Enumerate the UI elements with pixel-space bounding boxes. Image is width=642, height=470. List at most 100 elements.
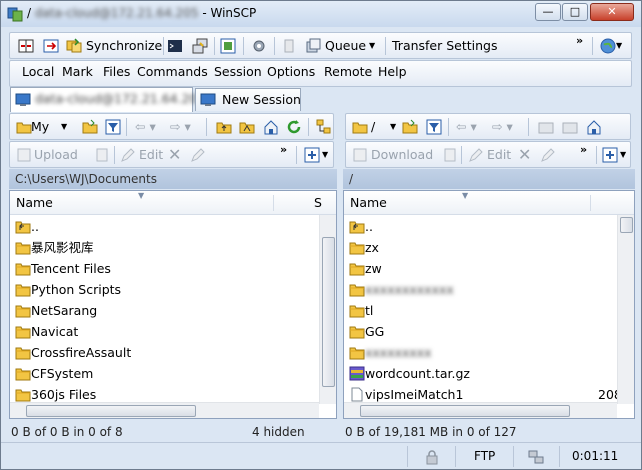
tree-icon[interactable] [316,119,332,135]
right-file-row[interactable]: xxxxxxxxx [344,342,634,363]
left-file-row[interactable]: 暴风影视库 [10,237,310,258]
console-icon[interactable] [167,38,183,54]
close-button[interactable]: ✕ [590,3,634,21]
left-file-row[interactable]: Tencent Files [10,258,310,279]
right-path-dropdown-icon[interactable]: ▼ [390,117,396,137]
folder-icon [15,387,31,402]
right-file-row[interactable]: zx [344,237,634,258]
remote-new-item-dropdown-icon[interactable]: ▼ [620,145,626,165]
transfer-settings-button[interactable]: Transfer Settings [392,36,498,56]
left-actions-toolbar: Upload Edit ✕ » ▼ [9,141,334,168]
protocol-label: FTP [474,449,496,463]
menu-files[interactable]: Files [103,64,130,79]
globe-icon[interactable] [600,38,616,54]
menu-options[interactable]: Options [267,64,315,79]
tab-new-session-label: New Session [222,92,301,107]
left-file-row[interactable]: NetSarang [10,300,310,321]
right-file-row[interactable]: .. [344,216,634,237]
left-edit-button[interactable]: Edit [139,145,163,165]
putty-icon[interactable] [192,38,208,54]
maximize-button[interactable]: □ [562,3,588,21]
remote-new-item-plus-icon[interactable] [602,147,618,163]
queue-dropdown-arrow-icon[interactable]: ▼ [369,36,375,56]
left-file-row[interactable]: CrossfireAssault [10,342,310,363]
menu-remote[interactable]: Remote [324,64,372,79]
right-file-row[interactable]: xxxxxxxxxxxx [344,279,634,300]
minimize-button[interactable]: — [535,3,561,21]
menu-mark[interactable]: Mark [62,64,93,79]
back-arrow-icon[interactable]: ⇦ ▾ [135,117,156,137]
open-session-icon[interactable] [220,38,236,54]
left-file-row[interactable]: .. [10,216,310,237]
remote-forward-arrow-icon[interactable]: ⇨ ▾ [492,117,513,137]
new-item-dropdown-icon[interactable]: ▼ [322,145,328,165]
right-file-row[interactable]: zw [344,258,634,279]
right-col-name[interactable]: Name [350,191,387,215]
left-col-size[interactable]: S [314,191,322,215]
right-file-name: wordcount.tar.gz [365,366,470,381]
root-directory-icon[interactable] [239,119,255,135]
right-actions-toolbar: Download Edit ✕ » ▼ [345,141,631,168]
left-drive-dropdown-icon[interactable]: ▼ [61,117,67,137]
right-vertical-scrollbar[interactable] [617,215,634,404]
remote-open-folder-icon[interactable] [402,119,418,135]
left-file-row[interactable]: Python Scripts [10,279,310,300]
right-actions-overflow-chevron[interactable]: » [580,143,587,156]
lock-cell [407,446,455,467]
right-path-select[interactable]: / [371,117,375,137]
menu-session[interactable]: Session [214,64,262,79]
left-actions-overflow-chevron[interactable]: » [280,143,287,156]
remote-rename-icon [541,148,555,162]
filter-icon[interactable] [105,119,121,135]
left-horizontal-scrollbar[interactable] [10,402,319,418]
menu-help[interactable]: Help [378,64,407,79]
globe-dropdown-arrow-icon[interactable]: ▼ [616,36,622,56]
folder-icon [15,303,31,318]
remote-back-arrow-icon[interactable]: ⇦ ▾ [456,117,477,137]
gear-icon[interactable] [251,38,267,54]
menu-local[interactable]: Local [22,64,54,79]
delete-icon[interactable]: ✕ [168,145,181,165]
compare-directories-icon[interactable] [18,38,34,54]
right-horizontal-scrollbar[interactable] [344,402,617,418]
left-hscroll-thumb[interactable] [26,405,196,417]
new-item-plus-icon[interactable] [304,147,320,163]
synchronize-button[interactable]: Synchronize [86,36,162,56]
right-file-row[interactable]: GG [344,321,634,342]
download-button[interactable]: Download [371,145,433,165]
remote-filter-icon[interactable] [426,119,442,135]
remote-delete-icon[interactable]: ✕ [518,145,531,165]
remote-parent-directory-icon[interactable] [538,119,554,135]
remote-home-icon[interactable] [586,119,602,135]
left-vertical-scrollbar[interactable] [319,215,336,404]
right-hscroll-thumb[interactable] [360,405,570,417]
tab-new-session[interactable]: New Session [195,88,301,111]
remote-root-directory-icon[interactable] [562,119,578,135]
refresh-icon[interactable] [286,119,302,135]
right-edit-button[interactable]: Edit [487,145,511,165]
home-icon[interactable] [263,119,279,135]
queue-button[interactable]: Queue [325,36,366,56]
left-hidden-count[interactable]: 4 hidden [252,422,305,442]
tab-session-current[interactable]: data-cloud@172.21.64.205 [10,87,205,112]
left-file-row[interactable]: Navicat [10,321,310,342]
left-scroll-thumb[interactable] [322,237,335,387]
forward-arrow-icon[interactable]: ⇨ ▾ [170,117,191,137]
upload-button[interactable]: Upload [34,145,78,165]
open-folder-icon[interactable] [82,119,98,135]
parent-directory-icon[interactable] [216,119,232,135]
session-monitor-icon [15,93,31,106]
left-col-name[interactable]: Name [16,191,53,215]
right-scroll-thumb[interactable] [620,217,633,233]
toolbar-overflow-chevron[interactable]: » [576,34,583,47]
left-drive-select[interactable]: My [31,117,49,137]
keep-remote-up-to-date-icon[interactable] [43,38,59,54]
menu-commands[interactable]: Commands [137,64,208,79]
right-file-row[interactable]: tl [344,300,634,321]
left-column-header: Name ▼ S [10,191,336,215]
right-file-list: Name ▼ .. zx zw xxxxxxxxxxxx tl GG xxxxxxxxx wo… [343,190,635,419]
file-icon [349,387,365,402]
remote-sort-ascending-icon: ▼ [462,191,469,200]
right-file-row[interactable]: wordcount.tar.gz [344,363,634,384]
left-file-row[interactable]: CFSystem [10,363,310,384]
